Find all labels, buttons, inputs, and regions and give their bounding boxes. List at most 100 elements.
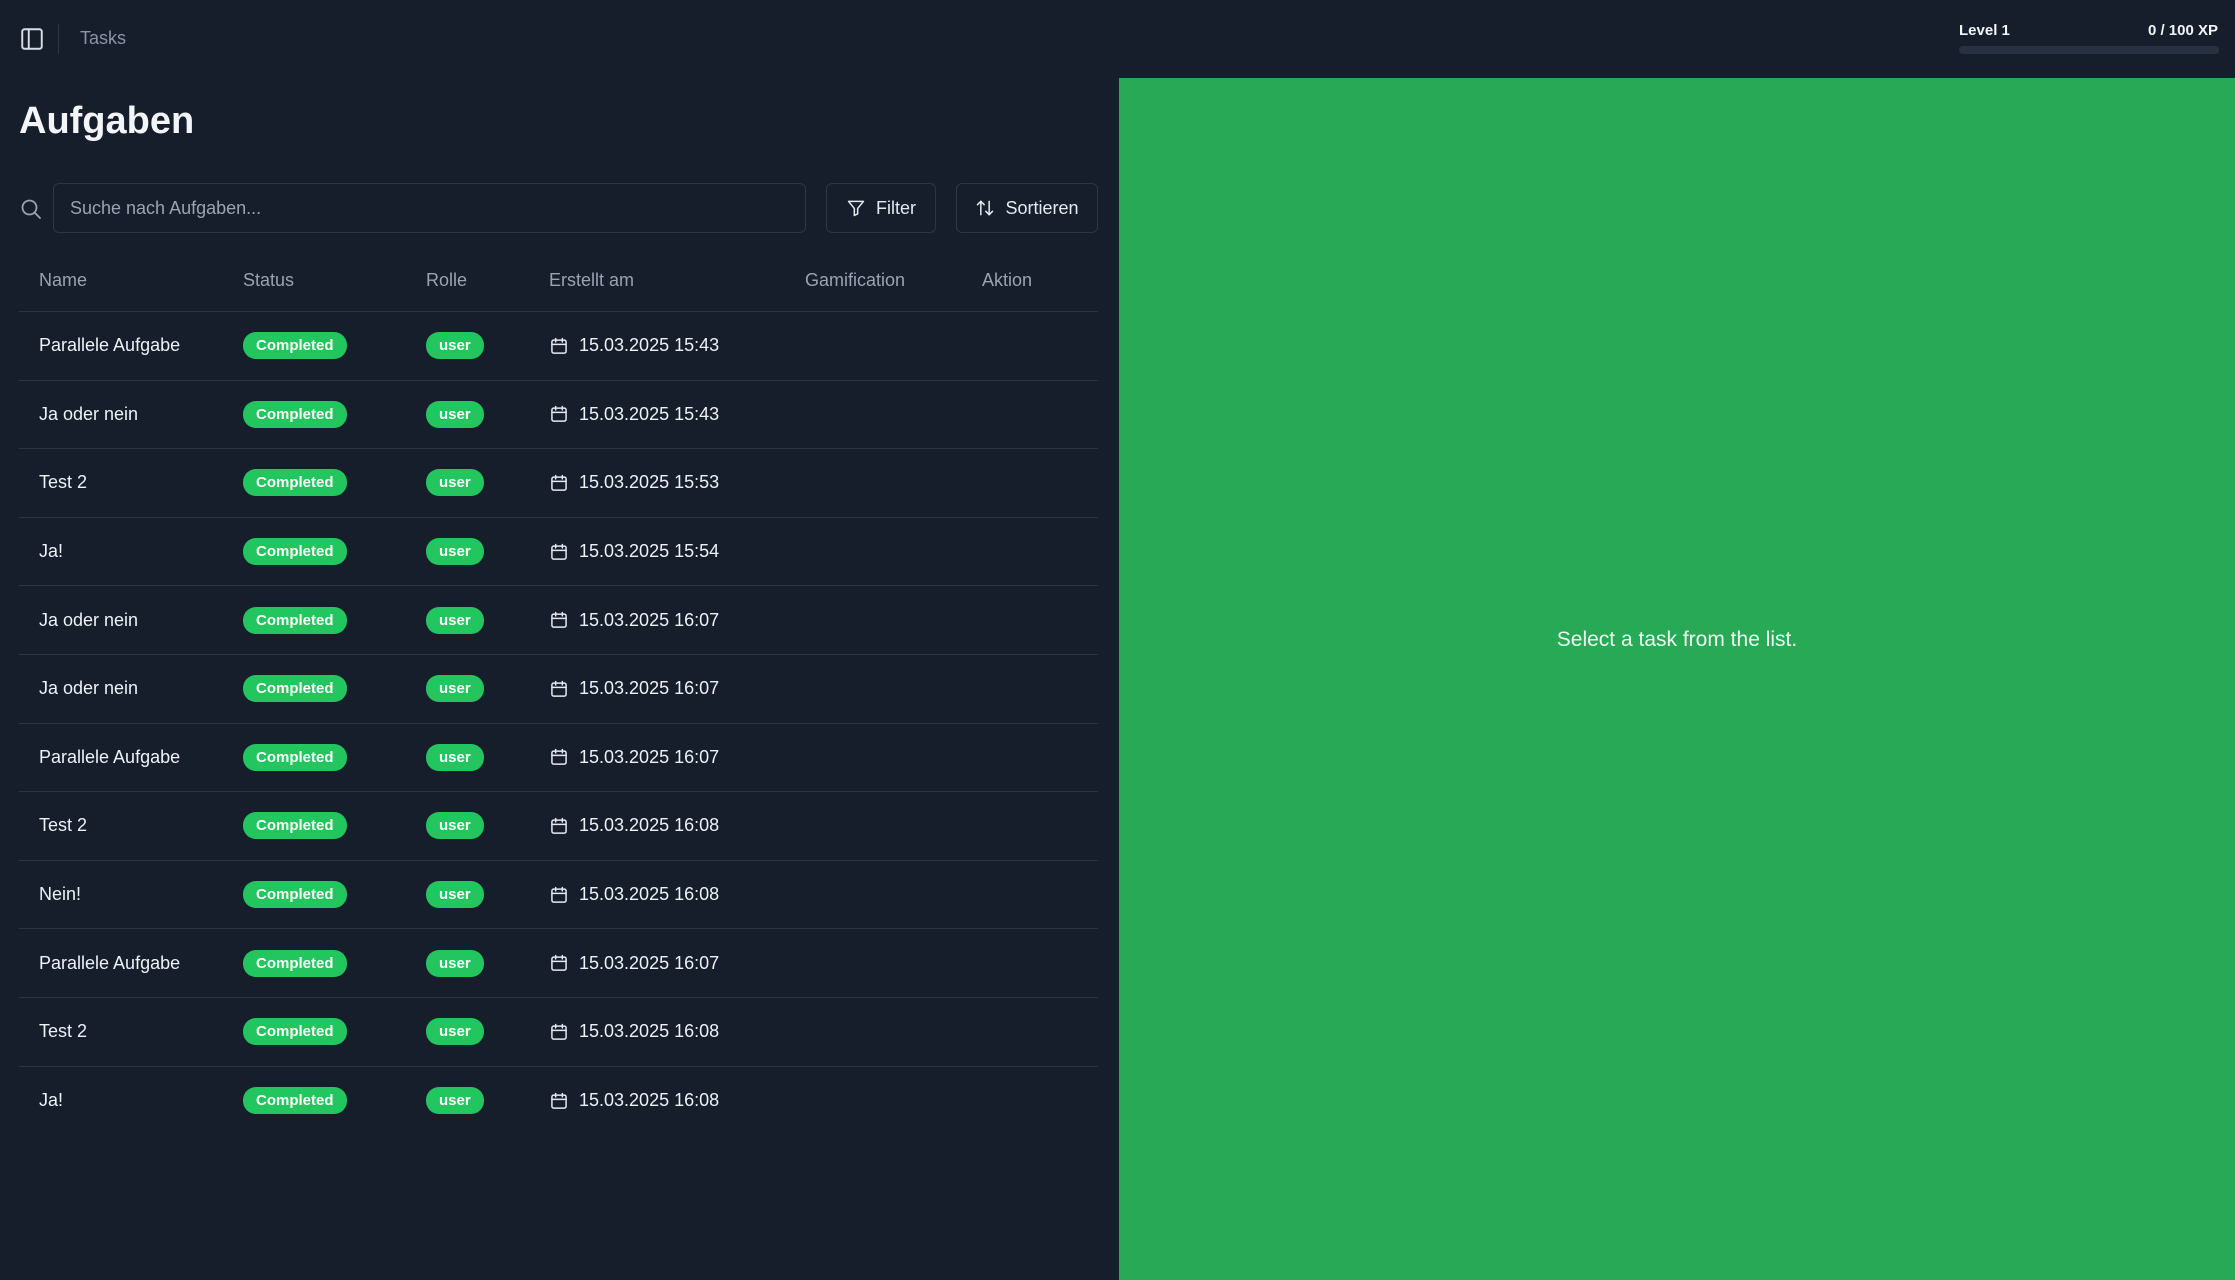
role-badge: user — [426, 881, 484, 909]
filter-icon — [847, 200, 865, 217]
role-badge: user — [426, 606, 484, 634]
status-cell: Completed — [243, 812, 426, 840]
table-row[interactable]: Parallele Aufgabe Completed user 15.03.2… — [19, 929, 1098, 998]
calendar-icon — [551, 886, 567, 903]
calendar-icon — [551, 680, 567, 697]
created-date: 15.03.2025 16:07 — [579, 678, 720, 699]
status-badge: Completed — [243, 949, 347, 977]
sidebar-toggle-icon — [21, 28, 43, 50]
table-row[interactable]: Test 2 Completed user 15.03.2025 16:08 — [19, 998, 1098, 1067]
filter-button-label: Filter — [876, 197, 916, 218]
table-row[interactable]: Ja! Completed user 15.03.2025 16:08 — [19, 1067, 1098, 1136]
status-badge: Completed — [243, 743, 347, 771]
task-name: Ja oder nein — [39, 678, 139, 699]
table-row[interactable]: Parallele Aufgabe Completed user 15.03.2… — [19, 724, 1098, 793]
table-row[interactable]: Nein! Completed user 15.03.2025 16:08 — [19, 861, 1098, 930]
role-cell: user — [426, 675, 549, 703]
role-cell: user — [426, 949, 549, 977]
status-cell: Completed — [243, 606, 426, 634]
task-name: Parallele Aufgabe — [39, 746, 181, 767]
role-cell: user — [426, 812, 549, 840]
column-header-role: Rolle — [426, 270, 468, 290]
sort-button-label: Sortieren — [1005, 197, 1079, 218]
table-row[interactable]: Ja oder nein Completed user 15.03.2025 1… — [19, 381, 1098, 450]
created-date: 15.03.2025 16:07 — [579, 609, 720, 630]
created-cell: 15.03.2025 15:43 — [549, 335, 805, 356]
status-cell: Completed — [243, 400, 426, 428]
status-badge: Completed — [243, 675, 347, 703]
role-badge: user — [426, 743, 484, 771]
status-cell: Completed — [243, 538, 426, 566]
task-name: Ja! — [39, 541, 64, 562]
table-body: Parallele Aufgabe Completed user 15.03.2… — [19, 312, 1098, 1135]
status-badge: Completed — [243, 332, 347, 360]
role-cell: user — [426, 538, 549, 566]
calendar-icon — [551, 954, 567, 971]
task-name: Ja oder nein — [39, 609, 139, 630]
table-row[interactable]: Test 2 Completed user 15.03.2025 15:53 — [19, 449, 1098, 518]
task-name: Test 2 — [39, 472, 88, 493]
status-cell: Completed — [243, 675, 426, 703]
created-date: 15.03.2025 16:08 — [579, 1090, 720, 1111]
status-badge: Completed — [243, 1087, 347, 1115]
calendar-icon — [551, 543, 567, 560]
task-name: Nein! — [39, 884, 82, 905]
status-cell: Completed — [243, 881, 426, 909]
status-badge: Completed — [243, 469, 347, 497]
role-badge: user — [426, 538, 484, 566]
status-badge: Completed — [243, 538, 347, 566]
calendar-icon — [551, 406, 567, 423]
task-detail-panel: Select a task from the list. — [1119, 78, 2235, 1280]
created-date: 15.03.2025 16:07 — [579, 952, 720, 973]
task-name: Ja oder nein — [39, 403, 139, 424]
sort-button[interactable]: Sortieren — [956, 183, 1098, 233]
status-badge: Completed — [243, 881, 347, 909]
table-row[interactable]: Ja! Completed user 15.03.2025 15:54 — [19, 518, 1098, 587]
search-icon — [21, 199, 41, 219]
status-cell: Completed — [243, 1087, 426, 1115]
created-cell: 15.03.2025 16:07 — [549, 747, 805, 768]
search-input[interactable] — [53, 183, 806, 233]
role-badge: user — [426, 1087, 484, 1115]
table-row[interactable]: Ja oder nein Completed user 15.03.2025 1… — [19, 655, 1098, 724]
calendar-icon — [551, 1092, 567, 1109]
task-name: Ja! — [39, 1090, 64, 1111]
column-header-action: Aktion — [982, 270, 1033, 290]
role-cell: user — [426, 1018, 549, 1046]
created-date: 15.03.2025 15:43 — [579, 403, 720, 424]
table-row[interactable]: Test 2 Completed user 15.03.2025 16:08 — [19, 792, 1098, 861]
task-name: Parallele Aufgabe — [39, 335, 181, 356]
topbar-divider — [58, 24, 59, 54]
calendar-icon — [551, 337, 567, 354]
breadcrumb[interactable]: Tasks — [80, 28, 126, 49]
task-table: Name Status Rolle Erstellt am Gamificati… — [19, 250, 1098, 1135]
column-header-created: Erstellt am — [549, 270, 635, 290]
role-cell: user — [426, 606, 549, 634]
created-date: 15.03.2025 16:08 — [579, 1021, 720, 1042]
sort-icon — [977, 200, 994, 216]
role-badge: user — [426, 400, 484, 428]
created-cell: 15.03.2025 15:43 — [549, 404, 805, 425]
created-date: 15.03.2025 16:07 — [579, 746, 720, 767]
table-row[interactable]: Ja oder nein Completed user 15.03.2025 1… — [19, 586, 1098, 655]
task-name: Parallele Aufgabe — [39, 952, 181, 973]
filter-button[interactable]: Filter — [826, 183, 936, 233]
status-badge: Completed — [243, 1018, 347, 1046]
task-list-panel: Aufgaben Filter Sortieren Name Status Ro… — [0, 78, 1119, 1280]
role-badge: user — [426, 812, 484, 840]
page-title: Aufgaben — [19, 100, 195, 142]
role-badge: user — [426, 675, 484, 703]
created-cell: 15.03.2025 15:53 — [549, 472, 805, 493]
status-badge: Completed — [243, 606, 347, 634]
calendar-icon — [551, 611, 567, 629]
role-cell: user — [426, 332, 549, 360]
table-row[interactable]: Parallele Aufgabe Completed user 15.03.2… — [19, 312, 1098, 381]
role-cell: user — [426, 400, 549, 428]
sidebar-toggle-button[interactable] — [17, 24, 47, 54]
status-cell: Completed — [243, 332, 426, 360]
role-badge: user — [426, 332, 484, 360]
xp-progress-bar — [1959, 46, 2219, 54]
created-date: 15.03.2025 16:08 — [579, 884, 720, 905]
created-cell: 15.03.2025 16:07 — [549, 953, 805, 974]
calendar-icon — [551, 1023, 567, 1040]
